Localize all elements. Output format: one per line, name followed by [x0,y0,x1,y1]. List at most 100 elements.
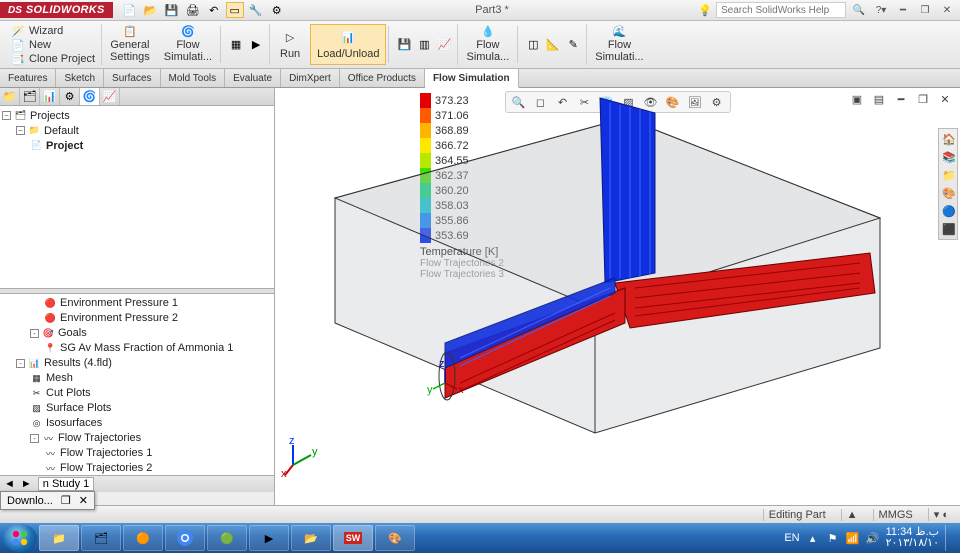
fm-tab-2[interactable]: 🗂 [20,88,40,105]
clone-project-button[interactable]: 📑Clone Project [8,52,97,66]
design-study-tab[interactable]: n Study 1 [38,477,94,491]
fm-tab-6[interactable]: 📈 [100,88,120,105]
task-chrome[interactable] [165,525,205,551]
new-project-button[interactable]: 📄New [8,38,97,52]
flow-sim-button-1[interactable]: 🌀Flow Simulati... [158,24,218,65]
tree-item[interactable]: -〰Flow Trajectories [2,431,272,446]
graphics-viewport[interactable]: 🔍 ◻ ↶ ✂ 🧊 ▨ 👁 🎨 🖼 ⚙ ▣ ▤ ━ ❐ ✕ 🏠 📚 📁 🎨 🔵 … [275,88,960,505]
fm-tab-1[interactable]: 📁 [0,88,20,105]
tray-vol-icon[interactable]: 🔊 [866,531,880,545]
task-libraries[interactable]: 🗂 [81,525,121,551]
cmd-tab-features[interactable]: Features [0,69,56,87]
print-icon[interactable]: 🖨 [184,2,202,18]
tool-icon-c[interactable]: ✎ [564,37,582,53]
task-explorer[interactable]: 📁 [39,525,79,551]
mesh-icon[interactable]: ▦ [227,37,245,53]
results-icon-2[interactable]: 📈 [435,37,453,53]
search-icon[interactable]: 🔍 [850,3,868,17]
solve-icon[interactable]: ▶ [247,37,265,53]
general-settings-button[interactable]: 📋General Settings [104,24,156,65]
open-icon[interactable]: 📂 [142,2,160,18]
restore-icon[interactable]: ❐ [916,3,934,17]
status-extra-icon[interactable]: ▾ ◐ [928,508,954,521]
tray-net-icon[interactable]: 📶 [846,531,860,545]
app-logo: DS SOLIDWORKS [0,2,113,18]
fm-tab-4[interactable]: ⚙ [60,88,80,105]
taskpane-resources-icon[interactable]: 🏠 [941,131,957,147]
download-popup[interactable]: Downlo... ❐ ✕ [0,491,95,510]
taskpane-custom-icon[interactable]: ⬛ [941,221,957,237]
tab-nav-next-icon[interactable]: ► [21,478,32,490]
cmd-tab-sketch[interactable]: Sketch [56,69,104,87]
close-icon[interactable]: ✕ [938,3,956,17]
load-unload-button[interactable]: 📊Load/Unload [310,24,386,65]
cmd-tab-surfaces[interactable]: Surfaces [104,69,160,87]
show-desktop-button[interactable] [945,525,953,551]
fm-tab-3[interactable]: 📊 [40,88,60,105]
tree-item[interactable]: 〰Flow Trajectories 1 [2,446,272,461]
fm-tab-flow[interactable]: 🌀 [80,88,100,105]
start-button[interactable] [3,524,37,552]
model-render: z x y [295,88,935,448]
status-units[interactable]: MMGS [873,509,918,521]
task-folder[interactable]: 📂 [291,525,331,551]
tool-icon-a[interactable]: ◫ [524,37,542,53]
tray-flag-icon[interactable]: ⚑ [826,531,840,545]
help-icon[interactable]: ?▾ [872,3,890,17]
tree-label: SG Av Mass Fraction of Ammonia 1 [60,342,233,354]
taskpane-appearance-icon[interactable]: 🔵 [941,203,957,219]
popup-restore-icon[interactable]: ❐ [61,494,71,507]
task-wmp[interactable]: 🟠 [123,525,163,551]
tree-project[interactable]: 📄Project [2,138,272,153]
task-paint[interactable]: 🎨 [375,525,415,551]
save-icon[interactable]: 💾 [163,2,181,18]
flow-sim-button-3[interactable]: 🌊Flow Simulati... [589,24,649,65]
tree-iso-icon: ◎ [30,417,43,430]
cmd-tab-mold-tools[interactable]: Mold Tools [161,69,226,87]
tree-item[interactable]: 〰Flow Trajectories 2 [2,461,272,476]
rebuild-icon[interactable]: 🔧 [247,2,265,18]
tree-projects[interactable]: −🗂Projects [2,108,272,123]
tree-item[interactable]: ✂Cut Plots [2,386,272,401]
cmd-tab-evaluate[interactable]: Evaluate [225,69,281,87]
cmd-tab-dimxpert[interactable]: DimXpert [281,69,340,87]
flow-sim-button-2[interactable]: 💧Flow Simula... [460,24,515,65]
status-indicator-icon[interactable]: ▲ [841,509,863,521]
results-icon-1[interactable]: ▥ [415,37,433,53]
tree-item[interactable]: 🔴Environment Pressure 2 [2,311,272,326]
svg-text:y: y [427,384,433,396]
tree-item[interactable]: 🔴Environment Pressure 1 [2,296,272,311]
tree-item[interactable]: -🎯Goals [2,326,272,341]
popup-close-icon[interactable]: ✕ [79,494,88,507]
cmd-tab-flow-simulation[interactable]: Flow Simulation [425,69,519,88]
task-media[interactable]: ▶ [249,525,289,551]
taskpane-library-icon[interactable]: 📚 [941,149,957,165]
options-icon[interactable]: ⚙ [268,2,286,18]
tray-lang[interactable]: EN [784,532,799,544]
tab-nav-prev-icon[interactable]: ◄ [4,478,15,490]
undo-icon[interactable]: ↶ [205,2,223,18]
tree-default[interactable]: −📁Default [2,123,272,138]
taskpane-viewpal-icon[interactable]: 🎨 [941,185,957,201]
tree-item[interactable]: ◎Isosurfaces [2,416,272,431]
minimize-icon[interactable]: ━ [894,3,912,17]
results-save-icon[interactable]: 💾 [395,37,413,53]
tree-item[interactable]: ▨Surface Plots [2,401,272,416]
cmd-tab-office-products[interactable]: Office Products [340,69,425,87]
view-triad[interactable]: z y x [281,437,321,477]
new-doc-icon[interactable]: 📄 [121,2,139,18]
select-icon[interactable]: ▭ [226,2,244,18]
tree-item[interactable]: ▦Mesh [2,371,272,386]
task-solidworks[interactable]: SW [333,525,373,551]
run-button[interactable]: ▷Run [272,24,308,65]
project-tree: −🗂Projects −📁Default 📄Project [0,106,274,288]
wizard-button[interactable]: 🪄Wizard [8,24,97,38]
task-idm[interactable]: 🟢 [207,525,247,551]
help-search-input[interactable] [716,2,846,18]
tree-item[interactable]: -📊Results (4.fld) [2,356,272,371]
vp-close-icon[interactable]: ✕ [936,91,954,107]
tree-item[interactable]: 📍SG Av Mass Fraction of Ammonia 1 [2,341,272,356]
tool-icon-b[interactable]: 📐 [544,37,562,53]
taskpane-explorer-icon[interactable]: 📁 [941,167,957,183]
tray-up-icon[interactable]: ▴ [806,531,820,545]
